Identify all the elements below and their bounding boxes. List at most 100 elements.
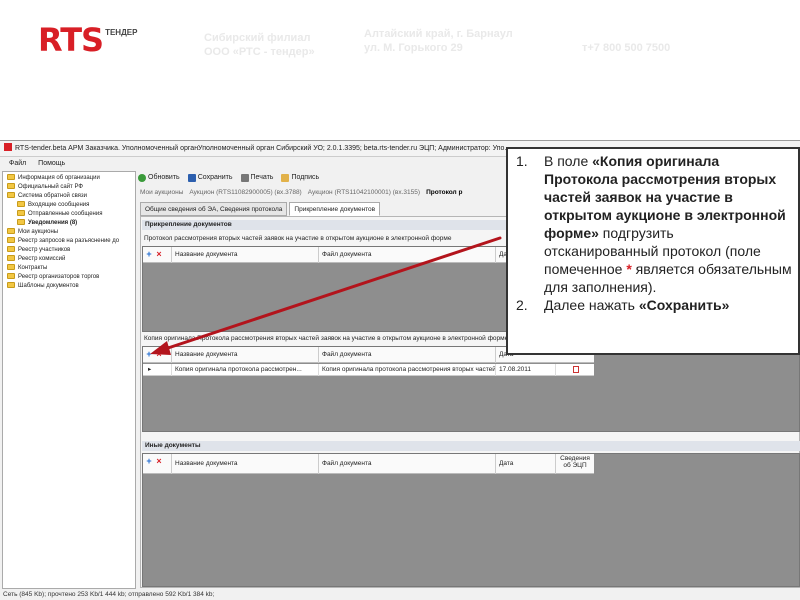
delete-document-icon[interactable]: ×	[155, 350, 163, 359]
tree-item[interactable]: Уведомления (8)	[3, 219, 135, 228]
folder-icon	[7, 237, 15, 243]
tree-item[interactable]: Официальный сайт РФ	[3, 183, 135, 192]
col-name: Название документа	[171, 454, 318, 474]
save-icon	[187, 174, 196, 182]
ecp-icon[interactable]	[555, 364, 594, 376]
col-ecp-line2: об ЭЦП	[563, 462, 587, 469]
tree-item[interactable]: Входящие сообщения	[3, 201, 135, 210]
print-label: Печать	[250, 174, 274, 181]
grid-header: + × Название документа Файл документа Да…	[143, 454, 594, 474]
step-2-save-name: «Сохранить»	[638, 297, 730, 313]
print-button[interactable]: Печать	[240, 171, 274, 185]
sign-label: Подпись	[291, 174, 320, 181]
grid-actions: + ×	[145, 250, 163, 259]
row-doc-name: Копия оригинала протокола рассмотрен...	[171, 364, 318, 376]
tree-item[interactable]: Отправленные сообщения	[3, 210, 135, 219]
instruction-step-2: 2. Далее нажать «Сохранить»	[516, 296, 792, 314]
folder-icon	[7, 255, 15, 261]
step-1-text-pre: В поле	[544, 153, 593, 169]
address-street: ул. М. Горького 29	[364, 42, 463, 54]
window-title: RTS-tender.beta АРМ Заказчика. Уполномоч…	[15, 145, 511, 152]
instruction-step-1: 1. В поле «Копия оригинала Протокола рас…	[516, 152, 792, 296]
address-info: Алтайский край, г. Барнаул ул. М. Горько…	[364, 27, 513, 55]
folder-icon	[7, 192, 15, 198]
grid-actions: + ×	[145, 457, 163, 466]
tab-general-info[interactable]: Общие сведения об ЭА, Сведения протокола	[140, 202, 288, 216]
tree-item-label: Реестр участников	[18, 247, 71, 253]
save-label: Сохранить	[197, 174, 233, 181]
tab-auction-1[interactable]: Аукцион (RTS11082900005) (вх.3788)	[189, 187, 301, 199]
menubar: Файл Помощь	[0, 158, 75, 170]
branch-company: ООО «РТС - тендер»	[204, 46, 315, 58]
rts-logo: RTS ТЕНДЕР	[38, 24, 137, 56]
folder-icon	[7, 282, 15, 288]
tree-item-label: Входящие сообщения	[28, 202, 90, 208]
logo-text: RTS	[38, 21, 104, 59]
tree-item-label: Мои аукционы	[18, 229, 59, 235]
step-2-number: 2.	[516, 297, 528, 313]
tree-item[interactable]: Реестр запросов на разъяснение до	[3, 237, 135, 246]
tree-item-label: Уведомления (8)	[28, 220, 78, 226]
col-date: Дата	[495, 454, 555, 474]
folder-icon	[7, 264, 15, 270]
delete-document-icon[interactable]: ×	[155, 250, 163, 259]
folder-icon	[7, 273, 15, 279]
tab-auction-2[interactable]: Аукцион (RTS11042100001) (вх.3155)	[308, 187, 420, 199]
folder-icon	[17, 219, 25, 225]
print-icon	[240, 174, 249, 182]
sign-icon	[281, 174, 290, 182]
row-doc-file[interactable]: Копия оригинала протокола рассмотрения в…	[318, 364, 495, 376]
branch-info: Сибирский филиал ООО «РТС - тендер»	[204, 31, 315, 59]
grid2-label: Копия оригинала Протокола рассмотрения в…	[144, 335, 509, 342]
col-file: Файл документа	[318, 454, 495, 474]
other-docs-grid: + × Название документа Файл документа Да…	[142, 453, 800, 587]
grid-actions: + ×	[145, 350, 163, 359]
col-file: Файл документа	[318, 347, 495, 363]
tab-attach-documents[interactable]: Прикрепление документов	[289, 202, 381, 216]
document-tabs: Мои аукционы Аукцион (RTS11082900005) (в…	[140, 187, 468, 199]
sign-button[interactable]: Подпись	[281, 171, 319, 185]
add-document-icon[interactable]: +	[145, 350, 153, 359]
app-icon	[4, 143, 12, 151]
tab-my-auctions[interactable]: Мои аукционы	[140, 187, 183, 199]
tree-item[interactable]: Система обратной связи	[3, 192, 135, 201]
folder-icon	[17, 201, 25, 207]
tree-item[interactable]: Контракты	[3, 264, 135, 273]
folder-icon	[7, 174, 15, 180]
address-city: Алтайский край, г. Барнаул	[364, 28, 513, 40]
instruction-list: 1. В поле «Копия оригинала Протокола рас…	[516, 152, 792, 314]
tree-item[interactable]: Информация об организации	[3, 174, 135, 183]
tree-item-label: Контракты	[18, 265, 48, 271]
step-1-number: 1.	[516, 153, 528, 169]
delete-document-icon[interactable]: ×	[155, 457, 163, 466]
tree-item[interactable]: Мои аукционы	[3, 228, 135, 237]
tree-item-label: Шаблоны документов	[18, 283, 79, 289]
table-row[interactable]: ▸ Копия оригинала протокола рассмотрен..…	[143, 364, 594, 376]
col-file: Файл документа	[318, 247, 495, 263]
folder-icon	[7, 246, 15, 252]
col-ecp: Сведения об ЭЦП	[555, 454, 594, 474]
tree-item[interactable]: Реестр участников	[3, 246, 135, 255]
save-button[interactable]: Сохранить	[187, 171, 233, 185]
refresh-icon	[138, 174, 146, 182]
menu-help[interactable]: Помощь	[38, 160, 65, 167]
tree-item-label: Реестр запросов на разъяснение до	[18, 238, 120, 244]
col-ecp-line1: Сведения	[560, 455, 590, 462]
row-marker: ▸	[148, 366, 152, 373]
tree-item-label: Реестр организаторов торгов	[18, 274, 100, 280]
add-document-icon[interactable]: +	[145, 457, 153, 466]
folder-icon	[7, 228, 15, 234]
tree-item[interactable]: Шаблоны документов	[3, 282, 135, 291]
tree-item-label: Официальный сайт РФ	[18, 184, 83, 190]
menu-file[interactable]: Файл	[9, 160, 26, 167]
refresh-button[interactable]: Обновить	[138, 171, 180, 185]
tree-item[interactable]: Реестр комиссий	[3, 255, 135, 264]
tab-protocol[interactable]: Протокол р	[426, 187, 462, 199]
add-document-icon[interactable]: +	[145, 250, 153, 259]
tree-item[interactable]: Реестр организаторов торгов	[3, 273, 135, 282]
branch-name: Сибирский филиал	[204, 32, 311, 44]
col-name: Название документа	[171, 347, 318, 363]
col-name: Название документа	[171, 247, 318, 263]
toolbar: Обновить Сохранить Печать Подпись	[138, 171, 327, 185]
logo-subtitle: ТЕНДЕР	[105, 28, 138, 37]
